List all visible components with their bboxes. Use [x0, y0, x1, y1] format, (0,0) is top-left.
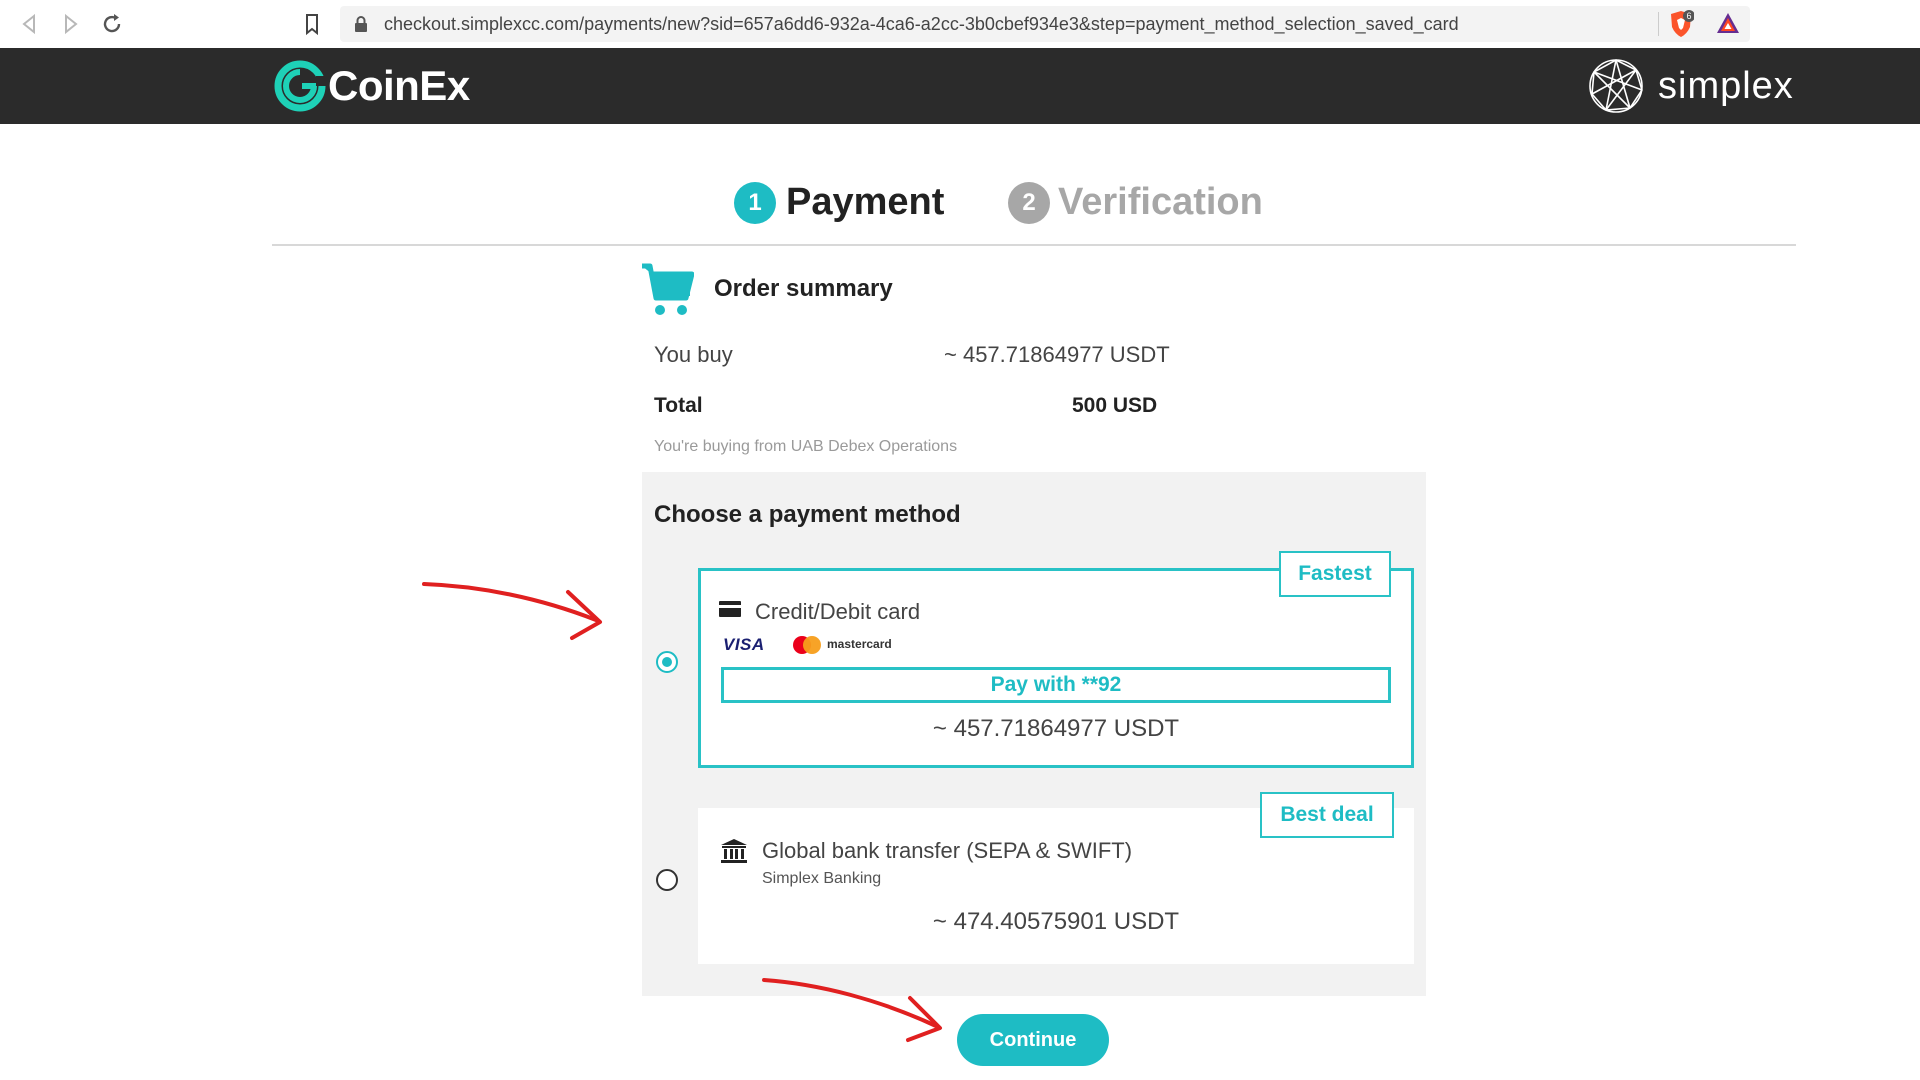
reload-icon[interactable] [100, 12, 124, 36]
bank-transfer-label: Global bank transfer (SEPA & SWIFT) [762, 838, 1133, 863]
annotation-arrow-icon [762, 978, 942, 1042]
mastercard-logo-icon [793, 636, 821, 654]
site-header: CoinEx simplex [0, 48, 1920, 124]
bookmark-icon[interactable] [300, 12, 324, 36]
credit-card-icon [719, 601, 741, 617]
radio-bank-transfer[interactable] [656, 869, 678, 891]
payment-method-panel: Choose a payment method Fastest Credit/D… [642, 472, 1426, 996]
seller-note: You're buying from UAB Debex Operations [654, 438, 958, 455]
step-2-label: Verification [1058, 181, 1263, 223]
option-credit-debit-card[interactable]: Fastest Credit/Debit card VISA mastercar… [698, 551, 1414, 768]
back-icon[interactable] [18, 12, 42, 36]
simplex-brand-name: simplex [1658, 65, 1794, 107]
payment-method-title: Choose a payment method [654, 501, 961, 528]
toolbar-divider [1658, 12, 1659, 36]
coinex-logo-icon [274, 60, 326, 112]
address-bar[interactable]: checkout.simplexcc.com/payments/new?sid=… [340, 6, 1750, 42]
step-1-number: 1 [734, 182, 776, 224]
browser-toolbar: checkout.simplexcc.com/payments/new?sid=… [0, 0, 1920, 49]
forward-icon[interactable] [58, 12, 82, 36]
shopping-cart-icon [642, 263, 694, 315]
bank-transfer-sublabel: Simplex Banking [762, 870, 882, 887]
step-2-number: 2 [1008, 182, 1050, 224]
mastercard-text: mastercard [827, 637, 892, 651]
checkout-steps: 1 Payment 2 Verification [272, 170, 1796, 246]
option-bank-transfer[interactable]: Best deal Global bank transfer (SEPA & S… [698, 792, 1414, 964]
best-deal-badge: Best deal [1260, 792, 1394, 838]
credit-card-label: Credit/Debit card [755, 599, 921, 624]
card-amount: ~ 457.71864977 USDT [932, 715, 1180, 742]
brave-shield-icon[interactable]: 6 [1668, 10, 1694, 38]
visa-logo: VISA [723, 635, 765, 654]
step-1-label: Payment [786, 181, 945, 223]
simplex-logo-icon [1589, 59, 1643, 113]
total-value: 500 USD [1072, 394, 1158, 417]
coinex-brand-name: CoinEx [328, 62, 470, 109]
shield-count-badge: 6 [1686, 11, 1691, 21]
total-label: Total [654, 394, 703, 417]
bank-icon [721, 839, 747, 863]
you-buy-value: ~ 457.71864977 USDT [944, 342, 1170, 367]
annotation-arrow-icon [422, 582, 602, 640]
order-summary-title: Order summary [714, 275, 893, 302]
radio-credit-card[interactable] [656, 651, 678, 673]
continue-button[interactable]: Continue [957, 1014, 1109, 1066]
bat-rewards-icon[interactable] [1716, 12, 1740, 34]
fastest-badge: Fastest [1279, 551, 1391, 597]
bank-amount: ~ 474.40575901 USDT [932, 908, 1180, 935]
url-text: checkout.simplexcc.com/payments/new?sid=… [384, 14, 1459, 34]
lock-icon [355, 16, 367, 32]
you-buy-label: You buy [654, 342, 733, 367]
pay-with-saved-card-button[interactable]: Pay with **92 [721, 667, 1391, 703]
